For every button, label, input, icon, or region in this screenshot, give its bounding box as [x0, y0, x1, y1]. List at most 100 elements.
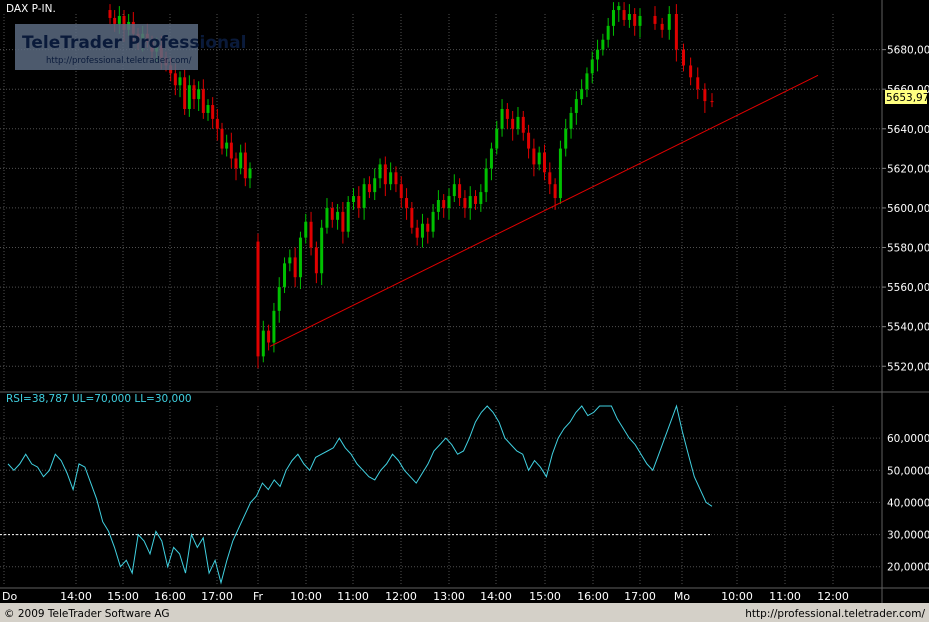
candle: [267, 324, 271, 351]
candle-body: [653, 15, 657, 24]
candle: [239, 144, 243, 175]
candle: [298, 231, 302, 290]
candle-body: [394, 172, 398, 185]
candle-body: [574, 99, 578, 113]
x-tick-label: 10:00: [290, 590, 322, 603]
candle-body: [627, 14, 631, 20]
candle: [596, 39, 600, 72]
candle-body: [500, 108, 504, 129]
candle-body: [362, 184, 366, 208]
candle-body: [442, 200, 446, 208]
candle-body: [234, 158, 238, 169]
candle: [183, 69, 187, 115]
x-tick-label: Fr: [253, 590, 264, 603]
candle: [399, 176, 403, 208]
price-y-tick-label: 5640,00: [887, 124, 929, 136]
x-tick-label: 15:00: [529, 590, 561, 603]
candle-body: [458, 184, 462, 199]
x-tick-label: 14:00: [60, 590, 92, 603]
candle: [527, 124, 531, 159]
candle: [206, 99, 210, 121]
candle: [325, 198, 329, 234]
candle: [394, 166, 398, 193]
candle: [320, 219, 324, 286]
candle: [201, 79, 205, 119]
candle: [211, 97, 215, 129]
x-tick-label: 15:00: [107, 590, 139, 603]
candle: [633, 8, 637, 36]
candle: [660, 17, 664, 38]
candle: [479, 184, 483, 212]
candle-body: [183, 77, 187, 109]
candle: [580, 79, 584, 106]
candle-body: [405, 198, 409, 208]
candle-body: [197, 89, 201, 100]
candle: [574, 91, 578, 125]
candle-body: [314, 247, 318, 274]
symbol-label: DAX P-IN.: [6, 3, 56, 15]
candle: [367, 176, 371, 199]
candle-body: [383, 164, 387, 185]
candle-body: [447, 196, 451, 208]
rsi-y-tick-label: 40,0000: [887, 497, 929, 509]
candle-body: [689, 65, 693, 78]
price-layer: [108, 2, 819, 369]
candle: [234, 152, 238, 181]
candle-body: [225, 142, 229, 149]
candle-body: [336, 211, 340, 220]
candle-body: [201, 89, 205, 113]
candle: [215, 108, 219, 141]
candle: [426, 217, 430, 244]
candle: [458, 178, 462, 206]
candle: [569, 107, 573, 139]
rsi-y-tick-label: 20,0000: [887, 562, 929, 574]
candle-body: [367, 184, 371, 193]
chart-canvas[interactable]: Do 14:00 15:00 16:00 17:00 Fr 10:00 11:00 12:00 1…: [0, 0, 929, 622]
candle-body: [211, 105, 215, 119]
grid-layer: [0, 14, 882, 586]
teletrader-watermark: TeleTrader Professional http://professio…: [15, 24, 246, 70]
candle-body: [452, 184, 456, 197]
candle-body: [272, 310, 276, 343]
x-tick-label: 16:00: [577, 590, 609, 603]
candle-body: [617, 6, 621, 11]
candle-body: [548, 172, 552, 185]
candle: [346, 196, 350, 238]
candle-body: [330, 207, 334, 220]
candle-body: [489, 148, 493, 169]
candle-body: [638, 15, 642, 26]
x-tick-label: 12:00: [385, 590, 417, 603]
candle-body: [113, 17, 117, 24]
candle-body: [288, 257, 292, 264]
candle-body: [399, 184, 403, 199]
candle: [378, 158, 382, 189]
candle: [537, 146, 541, 171]
candle: [362, 178, 366, 220]
x-tick-label: 13:00: [433, 590, 465, 603]
candle-body: [341, 211, 345, 232]
candle-body: [173, 73, 177, 86]
candle: [548, 162, 552, 195]
candle-body: [187, 85, 191, 109]
candle: [293, 247, 297, 288]
candle: [420, 213, 424, 248]
candle: [220, 122, 224, 155]
candle-body: [511, 118, 515, 129]
candle: [474, 190, 478, 210]
x-tick-label: Mo: [674, 590, 690, 603]
candle: [341, 202, 345, 244]
candle-body: [474, 196, 478, 204]
candle-body: [229, 142, 233, 159]
candle-body: [261, 330, 265, 357]
candle-body: [431, 211, 435, 232]
candle-body: [220, 128, 224, 149]
candle-body: [590, 59, 594, 74]
price-y-tick-label: 5600,00: [887, 203, 929, 215]
current-price-label: 5653,97: [886, 92, 929, 104]
x-tick-label: 17:00: [201, 590, 233, 603]
rsi-y-tick-label: 30,0000: [887, 530, 929, 542]
candle-body: [479, 192, 483, 204]
footer-url[interactable]: http://professional.teletrader.com/: [745, 608, 925, 620]
x-tick-label: 10:00: [721, 590, 753, 603]
candle: [415, 219, 419, 246]
